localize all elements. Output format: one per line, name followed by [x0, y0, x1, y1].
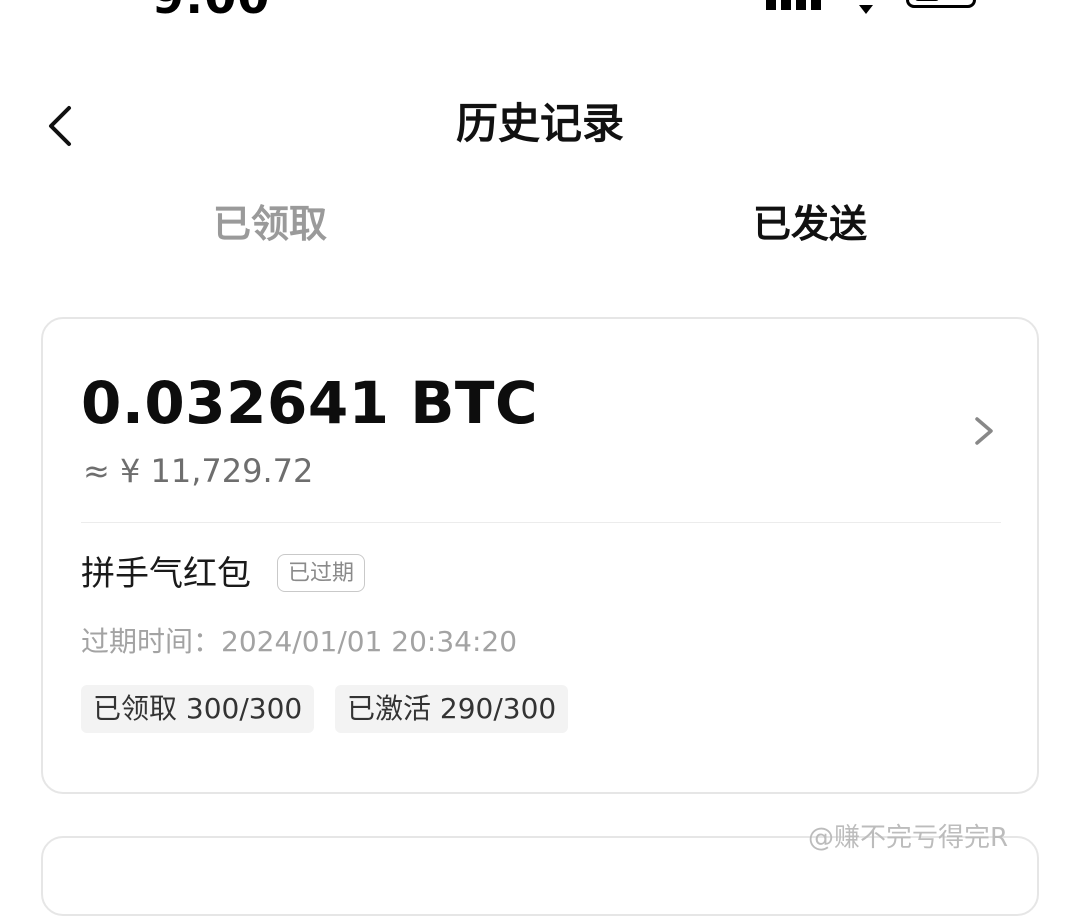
divider: [81, 522, 1001, 523]
battery-icon: [906, 0, 976, 8]
red-packet-type: 拼手气红包: [81, 554, 251, 594]
crypto-amount: 0.032641 BTC: [81, 369, 539, 437]
activated-count: 已激活 290/300: [335, 685, 569, 733]
chevron-right-icon[interactable]: [965, 411, 1001, 451]
status-badge: 已过期: [277, 554, 366, 592]
claimed-count: 已领取 300/300: [81, 685, 315, 733]
status-bar: 9:00: [0, 0, 1080, 24]
expiry-time: 过期时间：2024/01/01 20:34:20: [81, 625, 518, 658]
fiat-value: ≈ ¥ 11,729.72: [83, 452, 314, 490]
tab-received[interactable]: 已领取: [150, 198, 390, 250]
status-time: 9:00: [152, 0, 270, 24]
record-card[interactable]: 0.032641 BTC ≈ ¥ 11,729.72 拼手气红包 已过期 过期时…: [41, 317, 1039, 794]
watermark: @赚不完亏得完R: [808, 823, 1009, 853]
page-title: 历史记录: [455, 99, 624, 148]
tab-sent[interactable]: 已发送: [690, 198, 930, 250]
wifi-icon: [853, 0, 879, 14]
signal-icon: [766, 0, 826, 10]
